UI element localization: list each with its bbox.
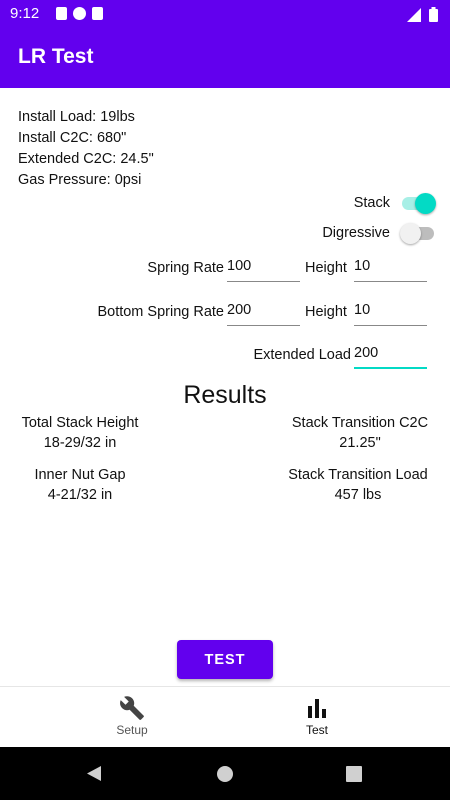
extended-load-label: Extended Load [253, 347, 351, 363]
nav-label-setup: Setup [116, 723, 148, 737]
install-info: Install Load: 19lbs Install C2C: 680" Ex… [18, 107, 154, 191]
stack-transition-load-label: Stack Transition Load [288, 467, 428, 483]
total-stack-height-label: Total Stack Height [21, 415, 139, 431]
signal-icon [407, 7, 421, 22]
inner-nut-gap-value: 4-21/32 in [47, 487, 113, 503]
height-input-2[interactable]: 10 [354, 300, 427, 326]
height-input-1[interactable]: 10 [354, 256, 427, 282]
bottom-navigation: Setup Test [0, 686, 450, 747]
stack-toggle-label: Stack [353, 195, 390, 211]
digressive-switch[interactable] [400, 221, 436, 245]
battery-icon [429, 7, 438, 22]
home-icon[interactable] [216, 765, 234, 783]
nav-item-setup[interactable]: Setup [72, 695, 192, 737]
system-status-icons [407, 7, 438, 22]
spring-rate-label: Spring Rate [147, 260, 224, 276]
stack-transition-load-value: 457 lbs [334, 487, 382, 503]
back-icon[interactable] [86, 765, 103, 782]
digressive-toggle-label: Digressive [322, 225, 390, 241]
stack-switch-thumb [415, 193, 436, 214]
status-bar: 9:12 [0, 0, 450, 27]
total-stack-height-value: 18-29/32 in [43, 435, 117, 451]
nav-item-test[interactable]: Test [257, 695, 377, 737]
extended-load-input[interactable]: 200 [354, 343, 427, 369]
stack-toggle-row: Stack [354, 191, 436, 215]
digressive-toggle-row: Digressive [322, 221, 436, 245]
total-stack-height-result: Total Stack Height 18-29/32 in [0, 413, 160, 453]
install-load-text: Install Load: 19lbs [18, 109, 135, 125]
install-c2c-text: Install C2C: 680" [18, 130, 127, 146]
stack-switch[interactable] [400, 191, 436, 215]
notification-p-icon [73, 7, 86, 20]
app-title: LR Test [18, 45, 94, 68]
bar-chart-icon [308, 699, 326, 718]
nav-label-test: Test [305, 723, 328, 737]
height-label-2: Height [305, 304, 347, 320]
test-button[interactable]: TEST [177, 640, 273, 679]
notification-icons [56, 7, 103, 20]
sd-card-icon [92, 7, 103, 20]
digressive-switch-thumb [400, 223, 421, 244]
app-bar: LR Test [0, 27, 450, 88]
stack-transition-c2c-label: Stack Transition C2C [291, 415, 429, 431]
bottom-spring-rate-input[interactable]: 200 [227, 300, 300, 326]
height-label-1: Height [305, 260, 347, 276]
results-title: Results [183, 381, 267, 409]
stack-transition-c2c-result: Stack Transition C2C 21.25" [280, 413, 440, 453]
stack-transition-c2c-value: 21.25" [339, 435, 381, 451]
system-navigation-bar [0, 747, 450, 800]
spring-rate-input[interactable]: 100 [227, 256, 300, 282]
wrench-icon [120, 696, 144, 720]
inner-nut-gap-result: Inner Nut Gap 4-21/32 in [0, 465, 160, 505]
notification-a-icon [56, 7, 67, 20]
inner-nut-gap-label: Inner Nut Gap [34, 467, 126, 483]
bottom-spring-rate-label: Bottom Spring Rate [97, 304, 224, 320]
extended-c2c-text: Extended C2C: 24.5" [18, 151, 154, 167]
gas-pressure-text: Gas Pressure: 0psi [18, 172, 142, 188]
recents-icon[interactable] [346, 766, 362, 782]
stack-transition-load-result: Stack Transition Load 457 lbs [272, 465, 444, 505]
status-time: 9:12 [10, 5, 40, 22]
